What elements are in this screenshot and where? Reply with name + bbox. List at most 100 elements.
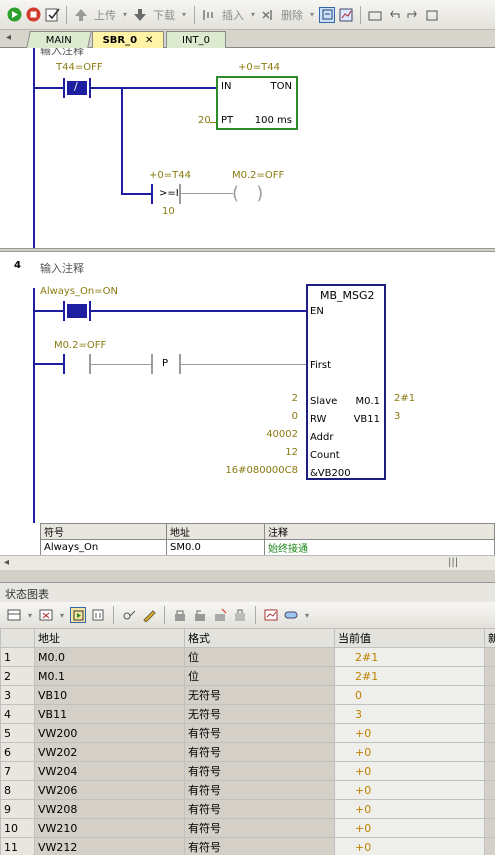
- ladder-editor[interactable]: 输入注释 T44=OFF / +0=T44 IN TON PT 100 ms 2…: [0, 48, 495, 570]
- address-cell[interactable]: M0.0: [34, 647, 185, 667]
- upload-button[interactable]: 上传: [94, 7, 116, 23]
- table-row[interactable]: 11 VW212 有符号 +0: [0, 837, 495, 855]
- delete-row-icon[interactable]: [38, 607, 54, 623]
- network-comment[interactable]: 输入注释: [40, 48, 84, 58]
- no-contact-m0-2[interactable]: [63, 354, 91, 374]
- format-cell[interactable]: 有符号: [184, 837, 335, 855]
- dropdown-icon[interactable]: ▾: [121, 7, 129, 23]
- pencil-icon[interactable]: [141, 607, 157, 623]
- force-icon[interactable]: [172, 607, 188, 623]
- new-value-cell[interactable]: [484, 647, 495, 667]
- download-button[interactable]: 下载: [153, 7, 175, 23]
- table-row[interactable]: 3 VB10 无符号 0: [0, 685, 495, 705]
- run-icon[interactable]: [6, 7, 22, 23]
- mb-msg2-block[interactable]: MB_MSG2 EN First Slave RW Addr Count &VB…: [306, 284, 386, 480]
- compare-contact[interactable]: >=I: [151, 184, 181, 204]
- no-contact-always-on[interactable]: [63, 301, 91, 321]
- unforce-all-icon[interactable]: [212, 607, 228, 623]
- network-comment[interactable]: 输入注释: [40, 260, 84, 276]
- address-cell[interactable]: M0.1: [34, 666, 185, 686]
- window-icon[interactable]: [367, 7, 383, 23]
- tab-int-0[interactable]: INT_0: [166, 31, 226, 48]
- unforce-icon[interactable]: [192, 607, 208, 623]
- add-row-icon[interactable]: [6, 607, 22, 623]
- upload-icon[interactable]: [73, 7, 89, 23]
- format-cell[interactable]: 无符号: [184, 685, 335, 705]
- scroll-thumb-grip[interactable]: |||: [448, 557, 458, 568]
- coil-m0-2[interactable]: ( ): [232, 183, 263, 204]
- delete-icon[interactable]: [260, 7, 276, 23]
- trend-icon[interactable]: [338, 7, 354, 23]
- scroll-left-icon[interactable]: ◂: [4, 557, 9, 568]
- insert-icon[interactable]: [201, 7, 217, 23]
- single-read-icon[interactable]: [90, 607, 106, 623]
- dropdown-icon[interactable]: ▾: [58, 607, 66, 623]
- compile-icon[interactable]: [44, 7, 60, 23]
- new-value-cell[interactable]: [484, 799, 495, 819]
- table-row[interactable]: 2 M0.1 位 2#1: [0, 666, 495, 686]
- ton-timer-box[interactable]: IN TON PT 100 ms: [216, 76, 298, 130]
- format-cell[interactable]: 有符号: [184, 761, 335, 781]
- table-row[interactable]: 1 M0.0 位 2#1: [0, 647, 495, 667]
- address-cell[interactable]: VW212: [34, 837, 185, 855]
- more-icon[interactable]: [424, 7, 440, 23]
- close-icon[interactable]: ✕: [145, 35, 153, 46]
- new-value-cell[interactable]: [484, 780, 495, 800]
- format-cell[interactable]: 有符号: [184, 723, 335, 743]
- read-forced-icon[interactable]: [232, 607, 248, 623]
- address-cell[interactable]: VW208: [34, 799, 185, 819]
- format-cell[interactable]: 无符号: [184, 704, 335, 724]
- format-cell[interactable]: 有符号: [184, 799, 335, 819]
- new-value-cell[interactable]: [484, 818, 495, 838]
- tab-sbr-0[interactable]: SBR_0 ✕: [92, 31, 164, 48]
- new-value-cell[interactable]: [484, 742, 495, 762]
- forward-icon[interactable]: [405, 7, 421, 23]
- dropdown-icon[interactable]: ▾: [303, 607, 311, 623]
- dropdown-icon[interactable]: ▾: [308, 7, 316, 23]
- new-value-cell[interactable]: [484, 723, 495, 743]
- dropdown-icon[interactable]: ▾: [249, 7, 257, 23]
- table-row[interactable]: 7 VW204 有符号 +0: [0, 761, 495, 781]
- dropdown-icon[interactable]: ▾: [180, 7, 188, 23]
- address-cell[interactable]: VW200: [34, 723, 185, 743]
- stop-icon[interactable]: [25, 7, 41, 23]
- tab-main[interactable]: MAIN: [26, 31, 92, 48]
- pane-splitter[interactable]: [0, 570, 495, 582]
- nc-contact-t44[interactable]: /: [63, 78, 91, 98]
- trend-view-icon[interactable]: [263, 607, 279, 623]
- editor-horizontal-scrollbar[interactable]: ◂ |||: [0, 555, 495, 570]
- table-row[interactable]: 10 VW210 有符号 +0: [0, 818, 495, 838]
- new-value-cell[interactable]: [484, 761, 495, 781]
- program-status-icon[interactable]: [319, 6, 335, 23]
- address-cell[interactable]: VW206: [34, 780, 185, 800]
- table-row[interactable]: 8 VW206 有符号 +0: [0, 780, 495, 800]
- new-value-cell[interactable]: [484, 685, 495, 705]
- table-row[interactable]: 5 VW200 有符号 +0: [0, 723, 495, 743]
- format-cell[interactable]: 位: [184, 647, 335, 667]
- new-value-cell[interactable]: [484, 666, 495, 686]
- address-cell[interactable]: VW204: [34, 761, 185, 781]
- new-value-cell[interactable]: [484, 837, 495, 855]
- dropdown-icon[interactable]: ▾: [26, 607, 34, 623]
- format-cell[interactable]: 有符号: [184, 818, 335, 838]
- new-value-cell[interactable]: [484, 704, 495, 724]
- address-cell[interactable]: VW202: [34, 742, 185, 762]
- chart-status-icon[interactable]: [70, 607, 86, 623]
- format-cell[interactable]: 有符号: [184, 742, 335, 762]
- address-cell[interactable]: VW210: [34, 818, 185, 838]
- table-row[interactable]: 4 VB11 无符号 3: [0, 704, 495, 724]
- delete-button[interactable]: 删除: [281, 7, 303, 23]
- table-row[interactable]: 9 VW208 有符号 +0: [0, 799, 495, 819]
- address-cell[interactable]: VB10: [34, 685, 185, 705]
- download-icon[interactable]: [132, 7, 148, 23]
- format-cell[interactable]: 有符号: [184, 780, 335, 800]
- back-icon[interactable]: [386, 7, 402, 23]
- write-icon[interactable]: [121, 607, 137, 623]
- format-cell[interactable]: 位: [184, 666, 335, 686]
- tab-scroll-left-icon[interactable]: ◂: [6, 32, 11, 43]
- insert-button[interactable]: 插入: [222, 7, 244, 23]
- positive-edge-contact[interactable]: P: [151, 354, 181, 374]
- format-icon[interactable]: [283, 607, 299, 623]
- table-row[interactable]: 6 VW202 有符号 +0: [0, 742, 495, 762]
- address-cell[interactable]: VB11: [34, 704, 185, 724]
